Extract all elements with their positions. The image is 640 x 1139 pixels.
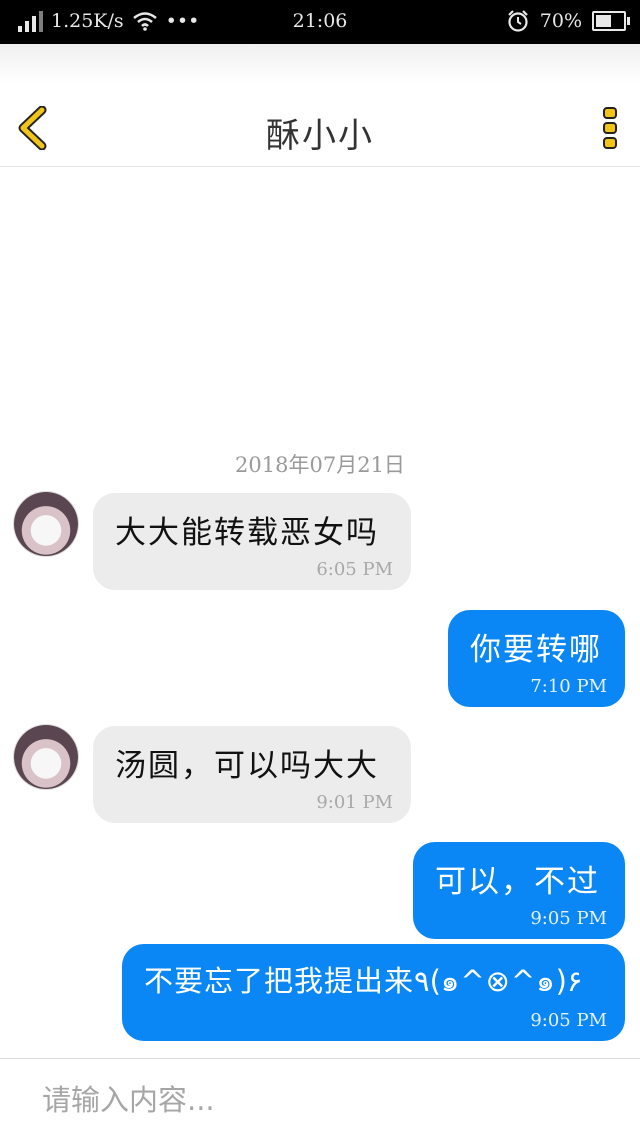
title-bar: 酥小小 xyxy=(0,44,640,167)
message-bubble-incoming[interactable]: 大大能转载恶女吗 6:05 PM xyxy=(93,493,411,590)
avatar[interactable] xyxy=(14,725,78,789)
message-time: 7:10 PM xyxy=(530,676,607,697)
message-bubble-outgoing[interactable]: 不要忘了把我提出来٩(๑^⊗^๑)۶ 9:05 PM xyxy=(122,944,625,1041)
avatar[interactable] xyxy=(14,492,78,556)
alarm-clock-icon xyxy=(507,10,528,32)
message-text: 不要忘了把我提出来٩(๑^⊗^๑)۶ xyxy=(144,964,583,998)
battery-percent: 70% xyxy=(539,10,582,32)
input-bar xyxy=(0,1058,640,1139)
message-time: 9:01 PM xyxy=(316,792,393,813)
more-options-button[interactable] xyxy=(600,106,620,150)
chat-area[interactable]: 2018年07月21日 大大能转载恶女吗 6:05 PM 你要转哪 7:10 P… xyxy=(0,167,640,1057)
message-text: 汤圆，可以吗大大 xyxy=(115,748,379,784)
page-title: 酥小小 xyxy=(266,116,374,156)
message-text: 可以，不过 xyxy=(435,864,600,900)
message-text: 你要转哪 xyxy=(470,632,602,668)
date-separator: 2018年07月21日 xyxy=(235,453,405,477)
battery-level xyxy=(596,15,611,27)
message-input[interactable] xyxy=(40,1077,604,1123)
more-vertical-icon xyxy=(603,107,617,149)
message-time: 9:05 PM xyxy=(530,1010,607,1031)
status-bar: 1.25K/s ••• 21:06 70% xyxy=(0,0,640,44)
message-time: 6:05 PM xyxy=(316,559,393,580)
message-text: 大大能转载恶女吗 xyxy=(115,515,379,551)
message-time: 9:05 PM xyxy=(530,908,607,929)
message-bubble-incoming[interactable]: 汤圆，可以吗大大 9:01 PM xyxy=(93,726,411,823)
message-bubble-outgoing[interactable]: 可以，不过 9:05 PM xyxy=(413,842,625,939)
message-bubble-outgoing[interactable]: 你要转哪 7:10 PM xyxy=(448,610,625,707)
battery-icon xyxy=(592,11,630,31)
status-right: 70% xyxy=(506,9,630,33)
